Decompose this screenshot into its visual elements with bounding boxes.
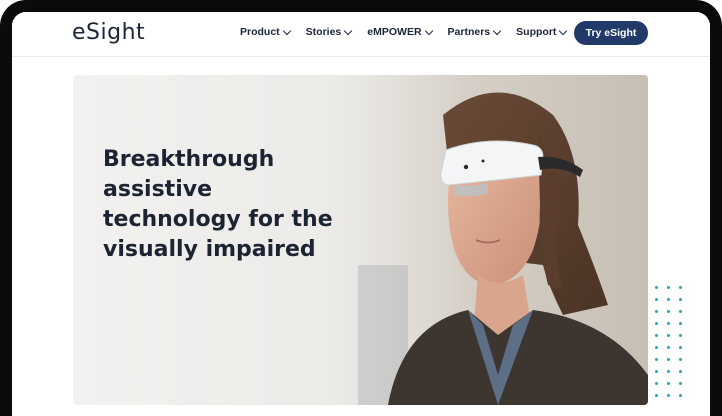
- nav-item-product[interactable]: Product: [240, 26, 291, 38]
- chevron-down-icon: [344, 26, 353, 35]
- logo-text: eSight: [72, 20, 146, 45]
- main-nav: Product Stories eMPOWER Partners Support: [240, 26, 582, 38]
- chevron-down-icon: [282, 26, 291, 35]
- nav-item-label: Support: [516, 26, 557, 38]
- chevron-down-icon: [424, 26, 433, 35]
- try-esight-button[interactable]: Try eSight: [574, 21, 648, 45]
- chevron-down-icon: [492, 26, 502, 35]
- hero-title: Breakthrough assistive technology for th…: [103, 147, 333, 262]
- nav-item-partners[interactable]: Partners: [447, 26, 502, 38]
- esight-logo[interactable]: eSight: [72, 20, 145, 45]
- nav-item-stories[interactable]: Stories: [305, 26, 353, 38]
- browser-frame: eSight Product Stories eMPOWER Partners …: [0, 0, 722, 416]
- chevron-down-icon: [559, 26, 568, 35]
- nav-item-label: Product: [240, 26, 280, 38]
- nav-item-support[interactable]: Support: [516, 26, 568, 38]
- nav-item-label: Partners: [447, 26, 491, 38]
- nav-item-label: eMPOWER: [367, 26, 422, 38]
- decorative-dot-grid: [655, 286, 691, 406]
- hero-banner: Breakthrough assistive technology for th…: [73, 75, 648, 405]
- nav-item-empower[interactable]: eMPOWER: [367, 26, 433, 38]
- nav-item-label: Stories: [305, 26, 342, 38]
- site-header: eSight Product Stories eMPOWER Partners …: [12, 12, 710, 57]
- hero-photo: [348, 75, 648, 405]
